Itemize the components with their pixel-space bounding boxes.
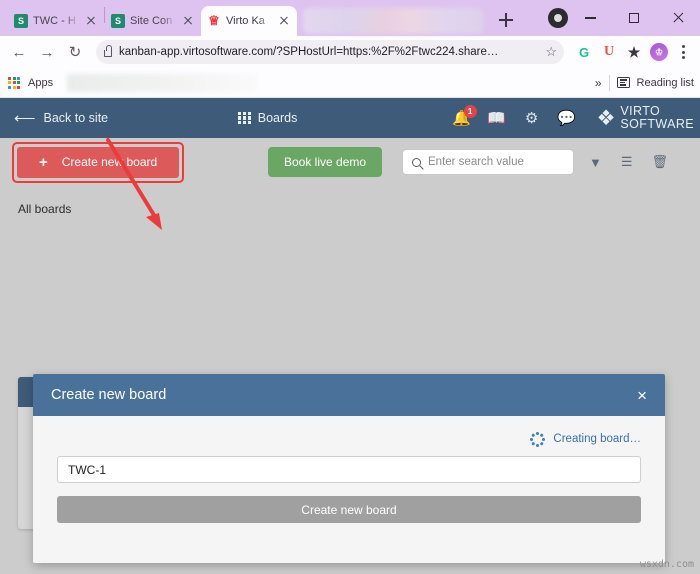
search-input[interactable]: Enter search value [402, 149, 574, 175]
close-icon[interactable] [277, 14, 291, 28]
book-icon[interactable]: 📖 [487, 107, 506, 129]
notification-badge: 1 [463, 105, 477, 118]
bookmark-star-icon[interactable]: ☆ [545, 44, 557, 60]
reading-list-label[interactable]: Reading list [637, 77, 694, 89]
boards-nav-item[interactable]: Boards [238, 111, 297, 125]
browser-tab-3-active[interactable]: ♕ Virto Ka [201, 6, 297, 36]
u-extension-icon[interactable]: U [597, 40, 621, 64]
kebab-menu-icon[interactable] [672, 40, 694, 64]
blurred-tab-region [303, 8, 483, 34]
grammarly-extension-icon[interactable]: G [572, 40, 596, 64]
creating-board-text: Creating board… [553, 433, 641, 445]
lock-icon [104, 45, 112, 57]
board-name-input[interactable] [57, 456, 641, 483]
tab-strip: S TWC - H S Site Con ♕ Virto Ka [0, 0, 700, 36]
browser-tab-2[interactable]: S Site Con [105, 6, 201, 36]
sharepoint-icon: S [111, 14, 125, 28]
virto-logo-mark-icon: ❖ [596, 106, 616, 130]
minimize-button[interactable] [568, 0, 612, 36]
loading-spinner-icon [530, 431, 546, 447]
all-boards-heading: All boards [18, 202, 72, 216]
plus-icon: + [39, 153, 48, 171]
create-new-board-label: Create new board [61, 155, 158, 169]
creating-status: Creating board… [57, 426, 641, 452]
avatar: ♔ [650, 43, 668, 61]
address-bar[interactable]: kanban-app.virtosoftware.com/?SPHostUrl=… [96, 40, 564, 64]
virto-icon: ♕ [208, 13, 220, 28]
profile-button[interactable] [548, 8, 568, 28]
divider [608, 74, 610, 91]
tab-title: Site Con [130, 15, 173, 27]
modal-body: Creating board… Create new board [33, 416, 665, 523]
chat-icon[interactable]: 💬 [557, 107, 576, 129]
apps-bookmark-label[interactable]: Apps [28, 77, 53, 89]
window-controls [568, 0, 700, 36]
back-to-site-link[interactable]: ⟵ Back to site [14, 109, 108, 127]
list-view-icon[interactable]: ☰ [621, 154, 633, 170]
close-icon[interactable] [181, 14, 195, 28]
app-header-icons: 🔔 1 📖 ⚙ 💬 ❖ VIRTO SOFTWARE [452, 105, 694, 131]
profile-avatar[interactable]: ♔ [647, 40, 671, 64]
tab-title: Virto Ka [226, 15, 265, 27]
close-window-button[interactable] [656, 0, 700, 36]
gear-icon[interactable]: ⚙ [523, 107, 541, 129]
close-icon[interactable] [84, 14, 98, 28]
logo-line-2: SOFTWARE [620, 117, 694, 131]
url-text: kanban-app.virtosoftware.com/?SPHostUrl=… [119, 46, 499, 58]
profile-dot-icon [554, 14, 562, 22]
boards-label: Boards [257, 111, 298, 125]
search-icon [412, 157, 421, 167]
virto-logo-text: VIRTO SOFTWARE [620, 105, 694, 131]
create-board-highlight: + Create new board [12, 141, 185, 183]
blurred-bookmarks-region [67, 73, 258, 92]
tab-title: TWC - H [33, 15, 76, 27]
extension-icons: G U ★ ♔ [572, 40, 694, 64]
grid-icon [238, 111, 251, 125]
puzzle-extensions-icon[interactable]: ★ [622, 40, 646, 64]
app-header: ⟵ Back to site Boards 🔔 1 📖 ⚙ 💬 ❖ VIRTO … [0, 98, 700, 138]
arrow-left-icon: ⟵ [14, 110, 36, 127]
apps-grid-icon[interactable] [8, 76, 20, 89]
toolbar-icons: ▼ ☰ 🗑 [589, 154, 668, 170]
modal-header: Create new board × [33, 374, 665, 416]
navigation-bar: ← → ↻ kanban-app.virtosoftware.com/?SPHo… [0, 36, 700, 68]
new-tab-button[interactable] [493, 7, 519, 33]
close-icon[interactable]: × [637, 387, 647, 404]
sharepoint-icon: S [14, 14, 28, 28]
back-to-site-label: Back to site [43, 111, 109, 125]
back-arrow-icon[interactable]: ← [6, 39, 32, 65]
virto-software-logo: ❖ VIRTO SOFTWARE [597, 105, 694, 131]
reading-list-icon[interactable] [616, 77, 630, 88]
maximize-button[interactable] [612, 0, 656, 36]
watermark: wsxdn.com [639, 559, 694, 570]
create-new-board-button[interactable]: + Create new board [17, 146, 180, 178]
forward-arrow-icon[interactable]: → [34, 39, 60, 65]
modal-create-new-board-button[interactable]: Create new board [57, 496, 641, 523]
search-placeholder: Enter search value [428, 156, 524, 168]
overflow-chevron-icon[interactable]: » [595, 76, 602, 90]
app-toolbar: + Create new board Book live demo Enter … [0, 138, 700, 186]
modal-title: Create new board [51, 387, 167, 403]
bookmarks-bar: Apps » Reading list [0, 68, 700, 98]
browser-tab-1[interactable]: S TWC - H [8, 6, 104, 36]
create-board-modal: Create new board × Creating board… Creat… [33, 374, 665, 563]
browser-window: S TWC - H S Site Con ♕ Virto Ka ← → ↻ ka… [0, 0, 700, 574]
reload-icon[interactable]: ↻ [62, 39, 88, 65]
book-live-demo-button[interactable]: Book live demo [268, 147, 383, 177]
app-viewport: ⟵ Back to site Boards 🔔 1 📖 ⚙ 💬 ❖ VIRTO … [0, 98, 700, 574]
filter-icon[interactable]: ▼ [589, 155, 602, 170]
bookmarks-right-group: » Reading list [595, 74, 694, 91]
bell-icon[interactable]: 🔔 1 [452, 105, 477, 129]
trash-icon[interactable]: 🗑 [651, 154, 668, 170]
